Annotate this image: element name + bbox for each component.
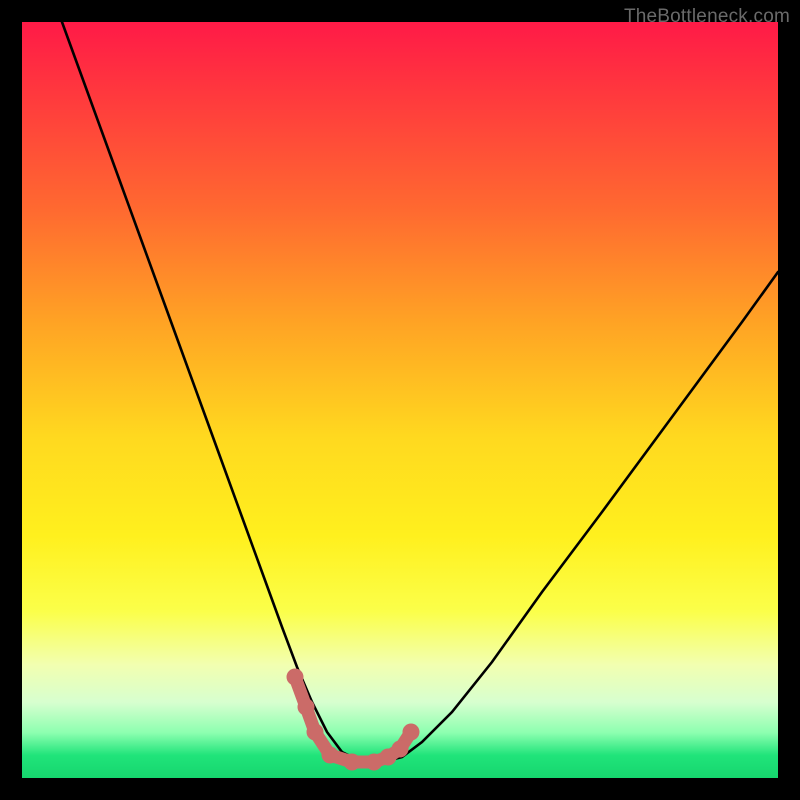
chart-plot-area — [22, 22, 778, 778]
trough-marker-dot — [307, 724, 324, 741]
bottleneck-curve-svg — [22, 22, 778, 778]
watermark-text: TheBottleneck.com — [624, 6, 790, 28]
trough-marker-dot — [322, 747, 339, 764]
trough-marker-dot — [298, 699, 315, 716]
trough-marker-dot — [287, 669, 304, 686]
bottleneck-curve-path — [62, 22, 778, 762]
trough-marker-dot — [344, 754, 361, 771]
trough-marker-dot — [392, 741, 409, 758]
trough-marker-dot — [403, 724, 420, 741]
